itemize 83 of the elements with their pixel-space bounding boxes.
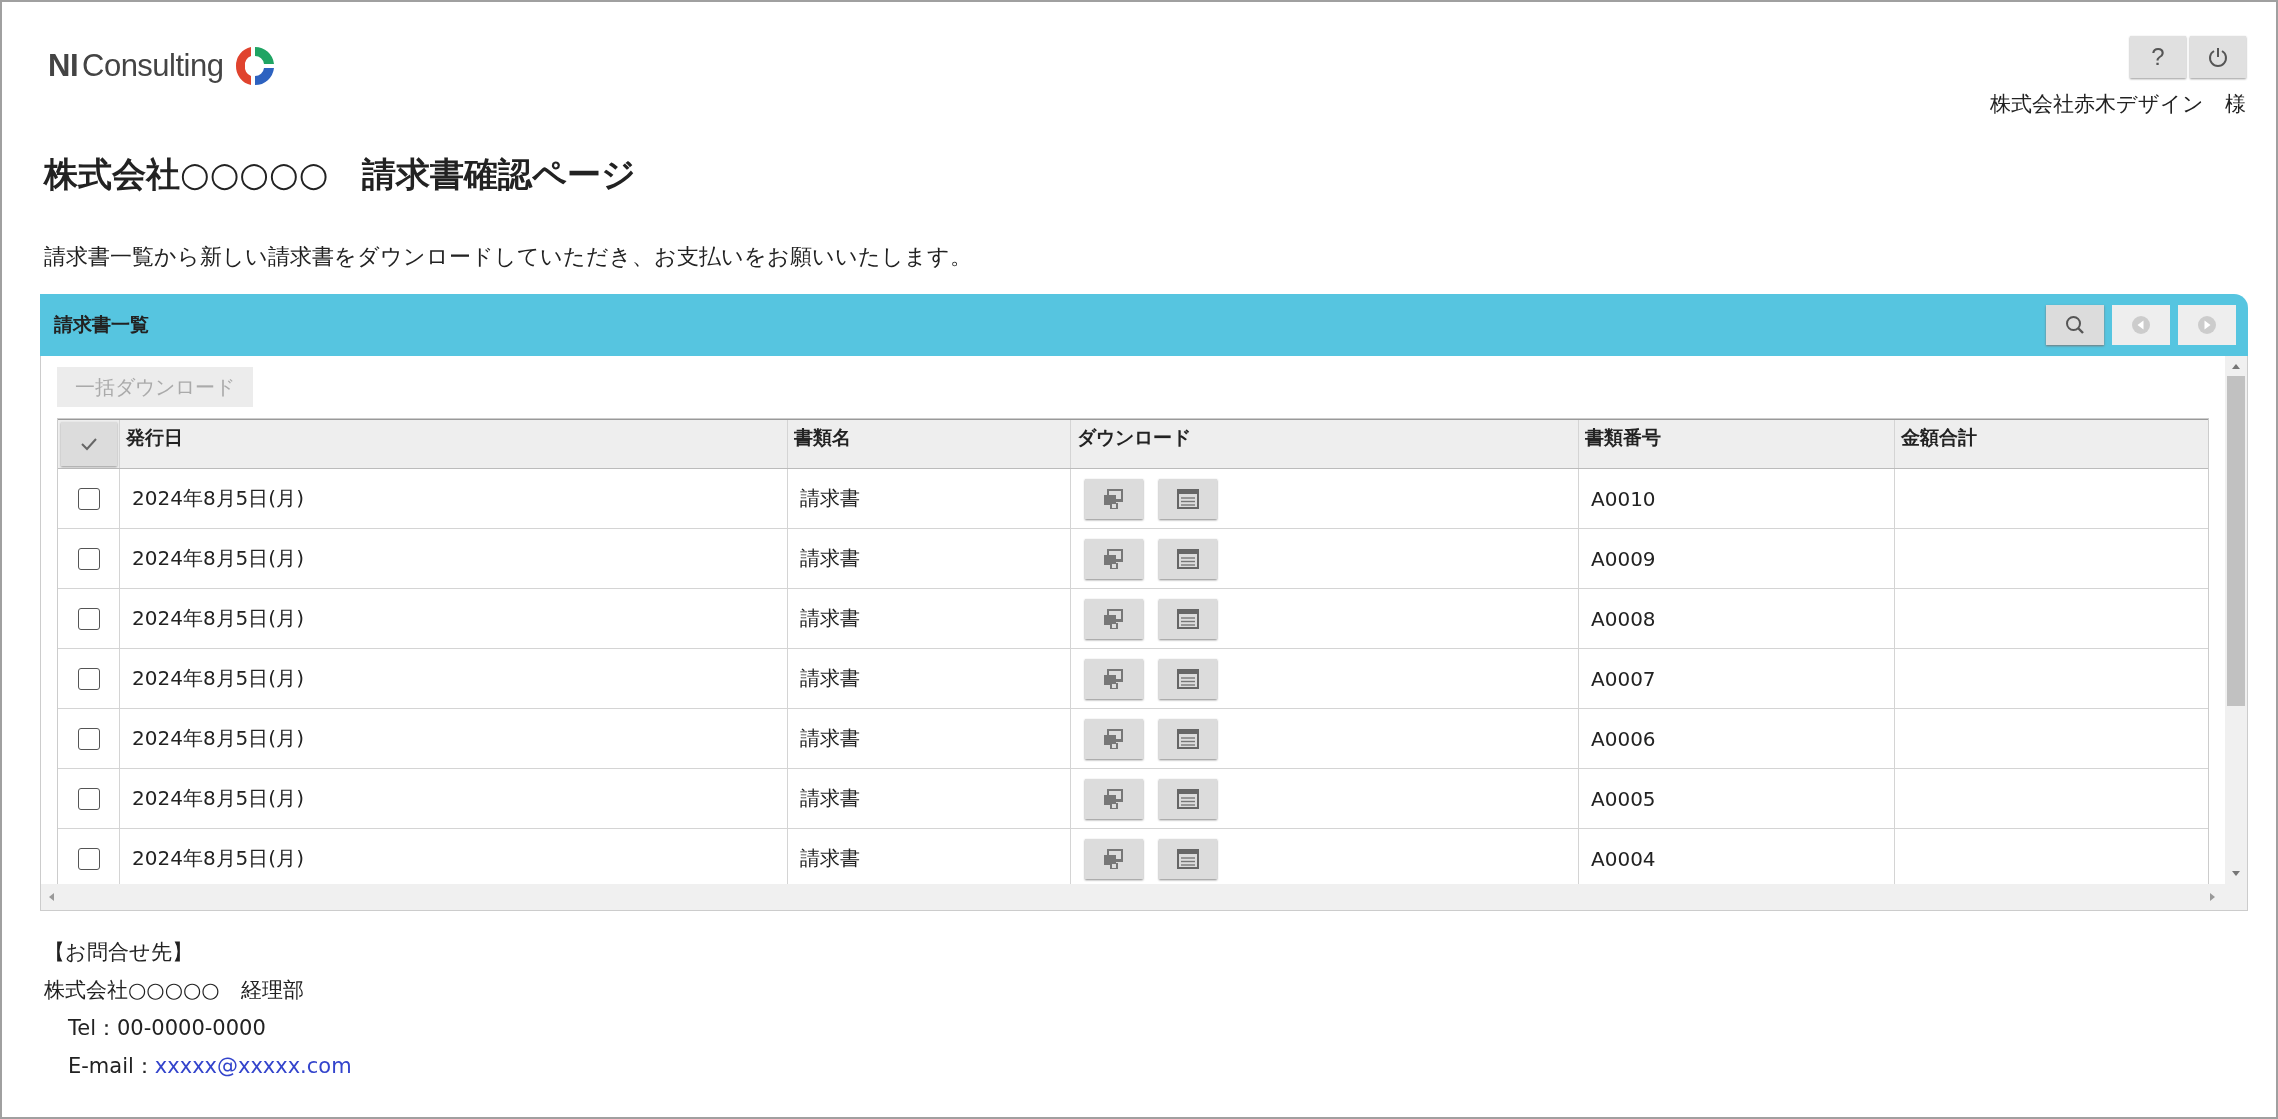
scroll-up-icon[interactable]: [2231, 362, 2241, 370]
description-text: 請求書一覧から新しい請求書をダウンロードしていただき、お支払いをお願いいたします。: [44, 243, 973, 271]
list-download-button[interactable]: [1159, 478, 1217, 519]
pdf-download-button[interactable]: [1085, 478, 1143, 519]
user-name: 株式会社赤木デザイン 様: [1990, 91, 2246, 118]
list-icon: [1176, 727, 1200, 750]
horizontal-scrollbar[interactable]: [40, 884, 2248, 911]
email-link[interactable]: xxxxx@xxxxx.com: [154, 1054, 352, 1078]
row-checkbox[interactable]: [77, 667, 100, 690]
table-cell: 請求書: [800, 665, 860, 692]
contact-company: 株式会社○○○○○ 経理部: [44, 977, 305, 1004]
table-cell: 2024年8月5日(月): [132, 485, 304, 512]
table-cell: 請求書: [800, 785, 860, 812]
column-header: 発行日: [126, 425, 183, 450]
pdf-download-button[interactable]: [1085, 658, 1143, 699]
column-header: ダウンロード: [1077, 425, 1191, 450]
table-cell: 2024年8月5日(月): [132, 605, 304, 632]
list-download-button[interactable]: [1159, 658, 1217, 699]
row-checkbox[interactable]: [77, 727, 100, 750]
table-cell: 2024年8月5日(月): [132, 785, 304, 812]
pdf-icon: [1102, 666, 1126, 691]
table-cell: 請求書: [800, 845, 860, 872]
table-cell: A0006: [1591, 726, 1656, 751]
table-cell: A0007: [1591, 666, 1656, 691]
list-icon: [1176, 607, 1200, 630]
list-icon: [1176, 487, 1200, 510]
pdf-download-button[interactable]: [1085, 778, 1143, 819]
list-download-button[interactable]: [1159, 538, 1217, 579]
list-icon: [1176, 547, 1200, 570]
checkmark-icon: [78, 436, 99, 452]
list-download-button[interactable]: [1159, 778, 1217, 819]
row-checkbox[interactable]: [77, 607, 100, 630]
search-icon: [2064, 314, 2086, 336]
list-download-button[interactable]: [1159, 598, 1217, 639]
column-header: 金額合計: [1901, 425, 1977, 450]
table-cell: 2024年8月5日(月): [132, 845, 304, 872]
table-cell: A0004: [1591, 846, 1656, 871]
pdf-icon: [1102, 486, 1126, 511]
list-icon: [1176, 787, 1200, 810]
row-checkbox[interactable]: [77, 787, 100, 810]
scroll-down-icon[interactable]: [2231, 870, 2241, 878]
pdf-icon: [1102, 726, 1126, 751]
row-checkbox[interactable]: [77, 547, 100, 570]
table-cell: 請求書: [800, 485, 860, 512]
pdf-download-button[interactable]: [1085, 598, 1143, 639]
pdf-icon: [1102, 546, 1126, 571]
list-icon: [1176, 847, 1200, 870]
table-cell: A0010: [1591, 486, 1656, 511]
row-checkbox[interactable]: [77, 487, 100, 510]
scroll-left-icon[interactable]: [47, 892, 55, 902]
panel-title: 請求書一覧: [54, 312, 149, 337]
list-download-button[interactable]: [1159, 838, 1217, 879]
pdf-download-button[interactable]: [1085, 538, 1143, 579]
column-header: 書類番号: [1585, 425, 1661, 450]
logout-button[interactable]: [2190, 36, 2246, 78]
pdf-icon: [1102, 846, 1126, 871]
search-button[interactable]: [2046, 305, 2104, 345]
pdf-icon: [1102, 606, 1126, 631]
row-checkbox[interactable]: [77, 847, 100, 870]
table-cell: 請求書: [800, 605, 860, 632]
column-header: 書類名: [794, 425, 851, 450]
table-cell: A0008: [1591, 606, 1656, 631]
scroll-right-icon[interactable]: [2209, 892, 2217, 902]
pdf-download-button[interactable]: [1085, 838, 1143, 879]
help-button[interactable]: ?: [2130, 36, 2186, 78]
table-cell: A0005: [1591, 786, 1656, 811]
power-icon: [2207, 46, 2229, 68]
page-title: 株式会社○○○○○ 請求書確認ページ: [44, 153, 638, 196]
table-cell: 請求書: [800, 545, 860, 572]
table-cell: A0009: [1591, 546, 1656, 571]
logo-text: NIConsulting: [48, 48, 224, 84]
pdf-icon: [1102, 786, 1126, 811]
table-cell: 2024年8月5日(月): [132, 665, 304, 692]
vertical-scrollbar[interactable]: [2225, 356, 2247, 884]
table-cell: 2024年8月5日(月): [132, 725, 304, 752]
contact-heading: 【お問合せ先】: [44, 939, 194, 966]
email-label: E-mail：: [68, 1054, 155, 1078]
list-icon: [1176, 667, 1200, 690]
pdf-download-button[interactable]: [1085, 718, 1143, 759]
contact-tel: Tel：00-0000-0000: [67, 1015, 267, 1042]
list-download-button[interactable]: [1159, 718, 1217, 759]
table-cell: 2024年8月5日(月): [132, 545, 304, 572]
table-cell: 請求書: [800, 725, 860, 752]
